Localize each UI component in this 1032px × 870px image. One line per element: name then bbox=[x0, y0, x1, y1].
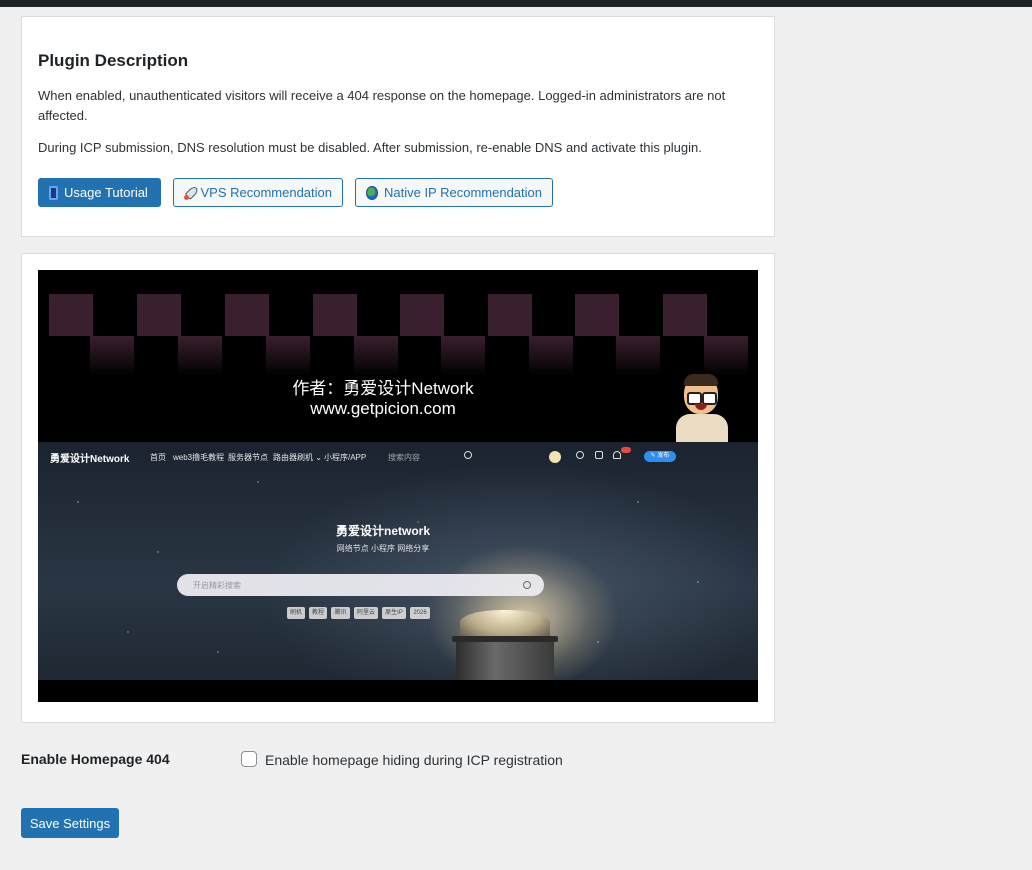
checker-tile bbox=[488, 294, 532, 336]
video-bottom-bar bbox=[38, 680, 758, 702]
preview-logo: 勇爱设计Network bbox=[50, 454, 130, 465]
checker-tile bbox=[616, 336, 660, 376]
video-author-line: 作者：勇爱设计Network bbox=[292, 379, 474, 398]
preview-search-placeholder: 搜索内容 bbox=[388, 453, 420, 462]
native-ip-recommendation-button[interactable]: Native IP Recommendation bbox=[355, 178, 553, 207]
preview-publish-button: ✎ 发布 bbox=[644, 451, 676, 462]
preview-nav-item: 小程序/APP bbox=[324, 453, 367, 462]
bell-icon bbox=[613, 451, 621, 459]
checker-tile bbox=[90, 336, 134, 376]
preview-tag: 原生IP bbox=[382, 607, 406, 619]
description-paragraph-2: During ICP submission, DNS resolution mu… bbox=[38, 140, 702, 155]
preview-hero-search-placeholder: 开启精彩搜索 bbox=[193, 581, 241, 590]
preview-hero-title: 勇爱设计network bbox=[335, 524, 430, 538]
video-url-line: www.getpicion.com bbox=[310, 399, 456, 418]
checker-tile bbox=[441, 336, 485, 376]
usage-tutorial-label: Usage Tutorial bbox=[64, 185, 148, 200]
usage-tutorial-button[interactable]: Usage Tutorial bbox=[38, 178, 161, 207]
preview-navbar: 勇爱设计Network 首页 web3撸毛教程 服务器节点 路由器刷机 ⌄ 小程… bbox=[38, 442, 758, 472]
checker-tile bbox=[354, 336, 398, 376]
vps-recommendation-button[interactable]: VPS Recommendation bbox=[173, 178, 343, 207]
checker-tile bbox=[704, 336, 748, 376]
cart-icon bbox=[595, 451, 603, 459]
preview-nav-item: web3撸毛教程 bbox=[173, 453, 225, 462]
cartoon-avatar-icon bbox=[672, 374, 732, 442]
checker-tile bbox=[400, 294, 444, 336]
video-card: 作者：勇爱设计Network www.getpicion.com 勇爱设计Net… bbox=[21, 253, 775, 723]
description-title: Plugin Description bbox=[38, 51, 189, 70]
checker-tile bbox=[266, 336, 310, 376]
preview-nav-item: 路由器刷机 ⌄ bbox=[273, 453, 322, 462]
checker-tile bbox=[663, 294, 707, 336]
checker-tile bbox=[575, 294, 619, 336]
tablet-icon bbox=[49, 185, 58, 200]
preview-tag: 腾讯 bbox=[331, 607, 350, 619]
enable-homepage-404-label: Enable Homepage 404 bbox=[21, 751, 170, 767]
preview-hero-search: 开启精彩搜索 bbox=[177, 574, 544, 596]
preview-tag: 教程 bbox=[309, 607, 327, 619]
moon-icon bbox=[576, 451, 584, 459]
checker-tile bbox=[137, 294, 181, 336]
plugin-description-card: Plugin Description When enabled, unauthe… bbox=[21, 16, 775, 237]
enable-homepage-hiding-checkbox[interactable] bbox=[241, 751, 257, 767]
lighthouse-image bbox=[448, 610, 563, 680]
avatar bbox=[549, 451, 561, 463]
notification-badge bbox=[621, 447, 631, 453]
save-settings-button[interactable]: Save Settings bbox=[21, 808, 119, 838]
checker-tile bbox=[529, 336, 573, 376]
native-ip-recommendation-label: Native IP Recommendation bbox=[383, 185, 542, 200]
description-paragraph-1: When enabled, unauthenticated visitors w… bbox=[38, 88, 726, 123]
tutorial-video[interactable]: 作者：勇爱设计Network www.getpicion.com 勇爱设计Net… bbox=[38, 270, 758, 702]
preview-tag: 刷机 bbox=[287, 607, 305, 619]
preview-tag: 2026 bbox=[410, 607, 430, 619]
search-icon bbox=[464, 451, 472, 459]
preview-nav-item: 首页 bbox=[150, 453, 166, 462]
rocket-icon bbox=[184, 186, 194, 200]
checker-tile bbox=[313, 294, 357, 336]
preview-hero-subtitle: 网络节点 小程序 网络分享 bbox=[336, 544, 430, 553]
preview-tag: 阿里云 bbox=[354, 607, 378, 619]
enable-homepage-hiding-label[interactable]: Enable homepage hiding during ICP regist… bbox=[265, 752, 563, 768]
search-icon bbox=[523, 581, 531, 589]
checker-tile bbox=[225, 294, 269, 336]
admin-top-bar bbox=[0, 0, 1032, 7]
checker-tile bbox=[178, 336, 222, 376]
website-preview: 勇爱设计Network 首页 web3撸毛教程 服务器节点 路由器刷机 ⌄ 小程… bbox=[38, 442, 758, 680]
checker-tile bbox=[49, 294, 93, 336]
globe-icon bbox=[366, 185, 378, 200]
vps-recommendation-label: VPS Recommendation bbox=[200, 185, 332, 200]
preview-nav-item: 服务器节点 bbox=[228, 453, 268, 462]
